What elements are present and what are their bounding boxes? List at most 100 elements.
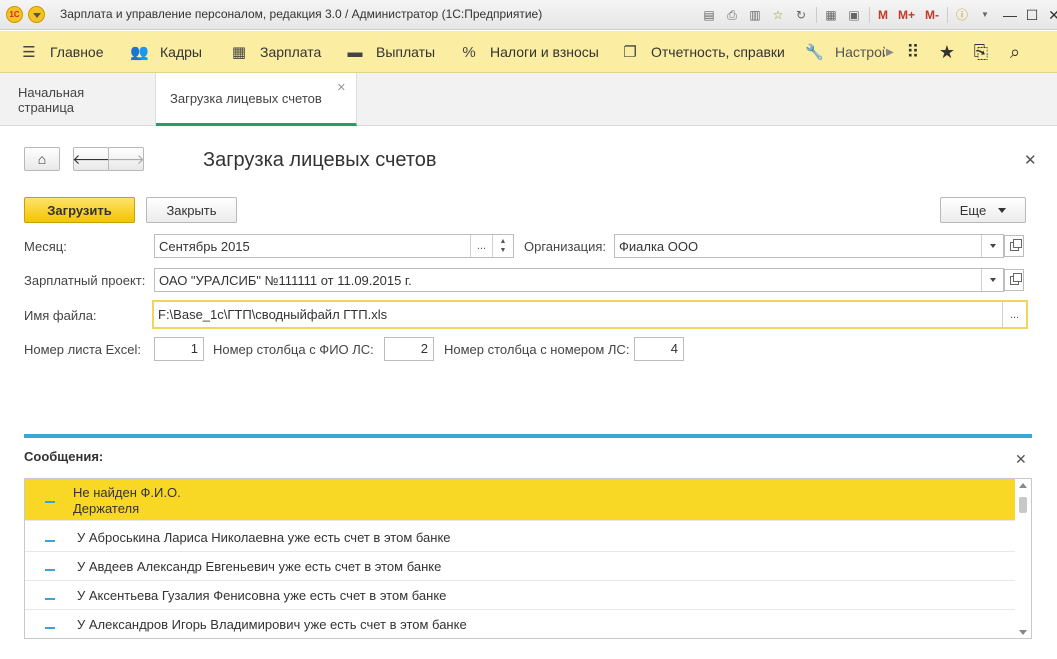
- reports-icon: ❐: [623, 44, 637, 61]
- message-text: У Аксентьева Гузалия Фенисовна уже есть …: [77, 587, 447, 603]
- month-select-button[interactable]: ...: [470, 235, 492, 257]
- scroll-thumb[interactable]: [1019, 497, 1027, 513]
- restore-icon[interactable]: ☐: [1021, 7, 1043, 24]
- organization-label: Организация:: [524, 239, 607, 254]
- dash-icon: [45, 626, 55, 629]
- back-button[interactable]: 🡐: [72, 147, 110, 171]
- print-icon[interactable]: ⎙: [723, 6, 741, 24]
- month-spin-button[interactable]: ▲ ▼: [492, 235, 513, 257]
- organization-field[interactable]: Фиалка ООО: [614, 234, 1004, 258]
- organization-value: Фиалка ООО: [619, 238, 699, 254]
- messages-scrollbar[interactable]: [1017, 483, 1029, 635]
- messages-title: Сообщения:: [24, 449, 104, 464]
- memory-plus-button[interactable]: M+: [895, 6, 918, 24]
- app-logo-icon[interactable]: 1С: [6, 6, 23, 23]
- form-close-icon[interactable]: ✕: [1024, 151, 1037, 169]
- close-icon[interactable]: ✕: [1043, 7, 1057, 24]
- toolbar-separator: [816, 7, 817, 23]
- month-value: Сентябрь 2015: [159, 238, 250, 254]
- spin-up-icon[interactable]: ▲: [500, 237, 507, 246]
- salary-project-value: ОАО "УРАЛСИБ" №111111 от 11.09.2015 г.: [159, 272, 412, 288]
- menu-item-taxes[interactable]: % Налоги и взносы: [460, 31, 599, 73]
- menu-item-label: Кадры: [160, 44, 202, 60]
- message-text: Не найден Ф.И.О. Держателя: [73, 485, 181, 517]
- message-item[interactable]: У Аброськина Лариса Николаевна уже есть …: [25, 523, 1015, 552]
- people-icon: 👥: [130, 44, 149, 61]
- message-item[interactable]: У Аксентьева Гузалия Фенисовна уже есть …: [25, 581, 1015, 610]
- menu-item-salary[interactable]: ▦ Зарплата: [230, 31, 321, 73]
- memory-minus-button[interactable]: M-: [922, 6, 942, 24]
- close-button[interactable]: Закрыть: [146, 197, 237, 223]
- percent-icon: %: [462, 43, 476, 61]
- file-select-button[interactable]: ...: [1002, 302, 1026, 327]
- tab-label: Начальная страница: [18, 84, 85, 115]
- menu-item-settings[interactable]: 🔧 Настрой: [805, 31, 885, 73]
- menu-item-payments[interactable]: ▬ Выплаты: [346, 31, 436, 73]
- menu-right-tools: ▶ ⠿ ★ ⎘ ⌕: [886, 31, 1032, 73]
- history-icon[interactable]: ⎘: [964, 42, 998, 63]
- tab-load-accounts[interactable]: Загрузка лицевых счетов ✕: [156, 73, 357, 126]
- account-column-input[interactable]: 4: [634, 337, 684, 361]
- menu-item-reports[interactable]: ❐ Отчетность, справки: [621, 31, 785, 73]
- history-icon[interactable]: ↻: [792, 6, 810, 24]
- message-item[interactable]: У Александров Игорь Владимирович уже ест…: [25, 610, 1015, 638]
- app-menu-icon[interactable]: [28, 6, 45, 23]
- message-item[interactable]: Не найден Ф.И.О. Держателя: [25, 479, 1015, 521]
- message-text: У Авдеев Александр Евгеньевич уже есть с…: [77, 558, 442, 574]
- menu-scroll-right-icon[interactable]: ▶: [886, 47, 896, 58]
- search-icon[interactable]: ⌕: [998, 42, 1032, 63]
- favorites-star-icon[interactable]: ★: [930, 42, 964, 63]
- fio-column-input[interactable]: 2: [384, 337, 434, 361]
- dash-icon: [45, 568, 55, 571]
- sheet-number-input[interactable]: 1: [154, 337, 204, 361]
- info-dropdown-icon[interactable]: ▼: [976, 6, 994, 24]
- menu-icon: ☰: [22, 44, 36, 61]
- toolbar-separator: [869, 7, 870, 23]
- scroll-down-icon[interactable]: [1019, 630, 1027, 635]
- all-functions-icon[interactable]: ⠿: [896, 42, 930, 63]
- open-windows-tabs: Начальная страница Загрузка лицевых счет…: [0, 73, 1057, 126]
- arrow-right-icon: 🡒: [107, 150, 145, 167]
- db-icon[interactable]: ▤: [700, 6, 718, 24]
- month-field[interactable]: Сентябрь 2015 ... ▲ ▼: [154, 234, 514, 258]
- arrow-left-icon: 🡐: [72, 150, 110, 167]
- forward-button[interactable]: 🡒: [107, 147, 145, 171]
- salary-project-dropdown-button[interactable]: [981, 269, 1003, 291]
- menu-item-label: Налоги и взносы: [490, 44, 599, 60]
- minimize-icon[interactable]: —: [999, 7, 1021, 23]
- spin-down-icon[interactable]: ▼: [500, 246, 507, 255]
- messages-close-icon[interactable]: ✕: [1015, 451, 1027, 468]
- menu-item-staff[interactable]: 👥 Кадры: [130, 31, 202, 73]
- organization-open-button[interactable]: [1004, 235, 1024, 257]
- titlebar-toolbar: ▤ ⎙ ▥ ☆ ↻ ▦ ▣ M M+ M- ⓘ ▼ — ☐ ✕: [700, 5, 1057, 25]
- home-button[interactable]: ⌂: [24, 147, 60, 171]
- calculator-icon[interactable]: ▦: [822, 6, 840, 24]
- salary-project-open-button[interactable]: [1004, 269, 1024, 291]
- load-button[interactable]: Загрузить: [24, 197, 135, 223]
- sheet-number-label: Номер листа Excel:: [24, 342, 142, 357]
- message-bullet: [25, 588, 77, 603]
- window-title: Зарплата и управление персоналом, редакц…: [60, 7, 543, 21]
- message-item[interactable]: У Авдеев Александр Евгеньевич уже есть с…: [25, 552, 1015, 581]
- favorite-add-icon[interactable]: ☆: [769, 6, 787, 24]
- menu-item-label: Выплаты: [376, 44, 436, 60]
- memory-m-button[interactable]: M: [875, 6, 891, 24]
- message-text: У Аброськина Лариса Николаевна уже есть …: [77, 529, 451, 545]
- page-title: Загрузка лицевых счетов: [203, 149, 437, 171]
- tab-home[interactable]: Начальная страница: [4, 73, 156, 126]
- menu-item-label: Зарплата: [260, 44, 322, 60]
- more-button[interactable]: Еще: [940, 197, 1026, 223]
- messages-splitter[interactable]: [24, 434, 1032, 438]
- tab-close-icon[interactable]: ✕: [337, 81, 346, 94]
- salary-project-field[interactable]: ОАО "УРАЛСИБ" №111111 от 11.09.2015 г.: [154, 268, 1004, 292]
- info-icon[interactable]: ⓘ: [953, 6, 971, 24]
- organization-dropdown-button[interactable]: [981, 235, 1003, 257]
- preview-icon[interactable]: ▥: [746, 6, 764, 24]
- menu-item-main[interactable]: ☰ Главное: [20, 31, 103, 73]
- message-bullet: [25, 485, 73, 506]
- calendar-icon[interactable]: ▣: [845, 6, 863, 24]
- chevron-down-icon: [998, 207, 1007, 213]
- scroll-up-icon[interactable]: [1019, 483, 1027, 488]
- file-name-input[interactable]: F:\Base_1c\ГТП\сводныйфайл ГТП.xls ...: [152, 300, 1028, 329]
- message-line-2: Держателя: [73, 501, 140, 516]
